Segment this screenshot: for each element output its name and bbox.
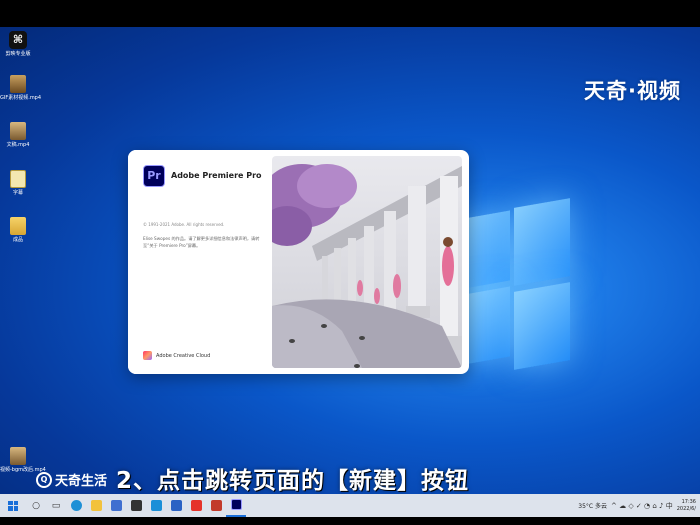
explorer-icon: [90, 500, 102, 511]
tray-icons[interactable]: ^ ☁ ◇ ✓ ◔ ⌂ ♪ 中: [611, 501, 673, 511]
folder-icon: [10, 217, 26, 235]
taskbar-app-4[interactable]: [206, 494, 226, 517]
taskbar-app-store[interactable]: [106, 494, 126, 517]
clock[interactable]: 17:36 2022/6/: [677, 499, 696, 513]
edge-icon: [70, 500, 82, 511]
premiere-splash-screen: Pr Adobe Premiere Pro © 1991-2021 Adobe.…: [128, 150, 469, 374]
wps-icon: [190, 500, 202, 511]
app-icon: [130, 500, 142, 511]
windows-logo-wallpaper: [458, 195, 608, 395]
windows-start-icon: [8, 500, 18, 511]
brand-watermark: Q 天奇生活: [36, 470, 107, 489]
taskbar-app-edge[interactable]: [66, 494, 86, 517]
creative-cloud-icon: [143, 351, 152, 360]
video-watermark: 天奇·视频: [584, 79, 681, 103]
splash-info-panel: Pr Adobe Premiere Pro © 1991-2021 Adobe.…: [128, 150, 272, 374]
app-icon: [210, 500, 222, 511]
premiere-pro-logo: Pr: [143, 165, 165, 187]
weather-widget[interactable]: 35°C 多云: [578, 501, 607, 510]
system-tray: 35°C 多云 ^ ☁ ◇ ✓ ◔ ⌂ ♪ 中 17:36 2022/6/: [578, 494, 700, 517]
desktop-icon-bgm-video[interactable]: 视频-bgm改后.mp4: [0, 447, 46, 473]
desktop-icon-subtitles[interactable]: 字幕: [0, 170, 36, 196]
taskbar-app-3[interactable]: [166, 494, 186, 517]
taskbar: ○ ▭ 35°C 多云 ^ ☁ ◇ ✓ ◔ ⌂ ♪ 中 17:36 2022/6…: [0, 494, 700, 517]
taskbar-app-2[interactable]: [146, 494, 166, 517]
search-button[interactable]: ○: [26, 494, 46, 517]
taskbar-app-explorer[interactable]: [86, 494, 106, 517]
desktop-icon-gif-video[interactable]: GIF素材视频.mp4: [0, 75, 41, 101]
document-icon: [10, 170, 26, 188]
video-file-icon: [10, 122, 26, 140]
app-name: Adobe Premiere Pro: [171, 171, 262, 180]
video-file-icon: [10, 447, 26, 465]
start-button[interactable]: [0, 494, 26, 517]
desktop-icon-finished[interactable]: 成品: [0, 217, 36, 243]
letterbox-bottom: [0, 517, 700, 525]
store-icon: [110, 500, 122, 511]
capcut-icon: ⌘: [9, 31, 27, 49]
video-file-icon: [10, 75, 26, 93]
premiere-icon: [230, 499, 242, 510]
app-icon: [150, 500, 162, 511]
letterbox-top: [0, 0, 700, 27]
search-icon: ○: [32, 500, 40, 511]
taskbar-app-wps[interactable]: [186, 494, 206, 517]
taskbar-app-1[interactable]: [126, 494, 146, 517]
splash-artwork: [272, 156, 462, 368]
brand-logo-icon: Q: [36, 471, 52, 488]
task-view-icon: ▭: [51, 500, 61, 511]
creative-cloud-badge: Adobe Creative Cloud: [143, 351, 210, 360]
desktop-icon-wengao[interactable]: 文稿.mp4: [0, 122, 36, 148]
app-icon: [170, 500, 182, 511]
copyright-text: © 1991-2021 Adobe. All rights reserved.: [143, 222, 225, 227]
credits-text: Elise Swopes 的作品。请了解更多详细信息和法律声明，请转至“关于 P…: [143, 236, 260, 248]
desktop-icon-capcut[interactable]: ⌘ 剪映专业版: [0, 31, 36, 57]
task-view-button[interactable]: ▭: [46, 494, 66, 517]
video-subtitle: 2、点击跳转页面的【新建】按钮: [116, 468, 470, 494]
taskbar-app-premiere[interactable]: [226, 494, 246, 517]
